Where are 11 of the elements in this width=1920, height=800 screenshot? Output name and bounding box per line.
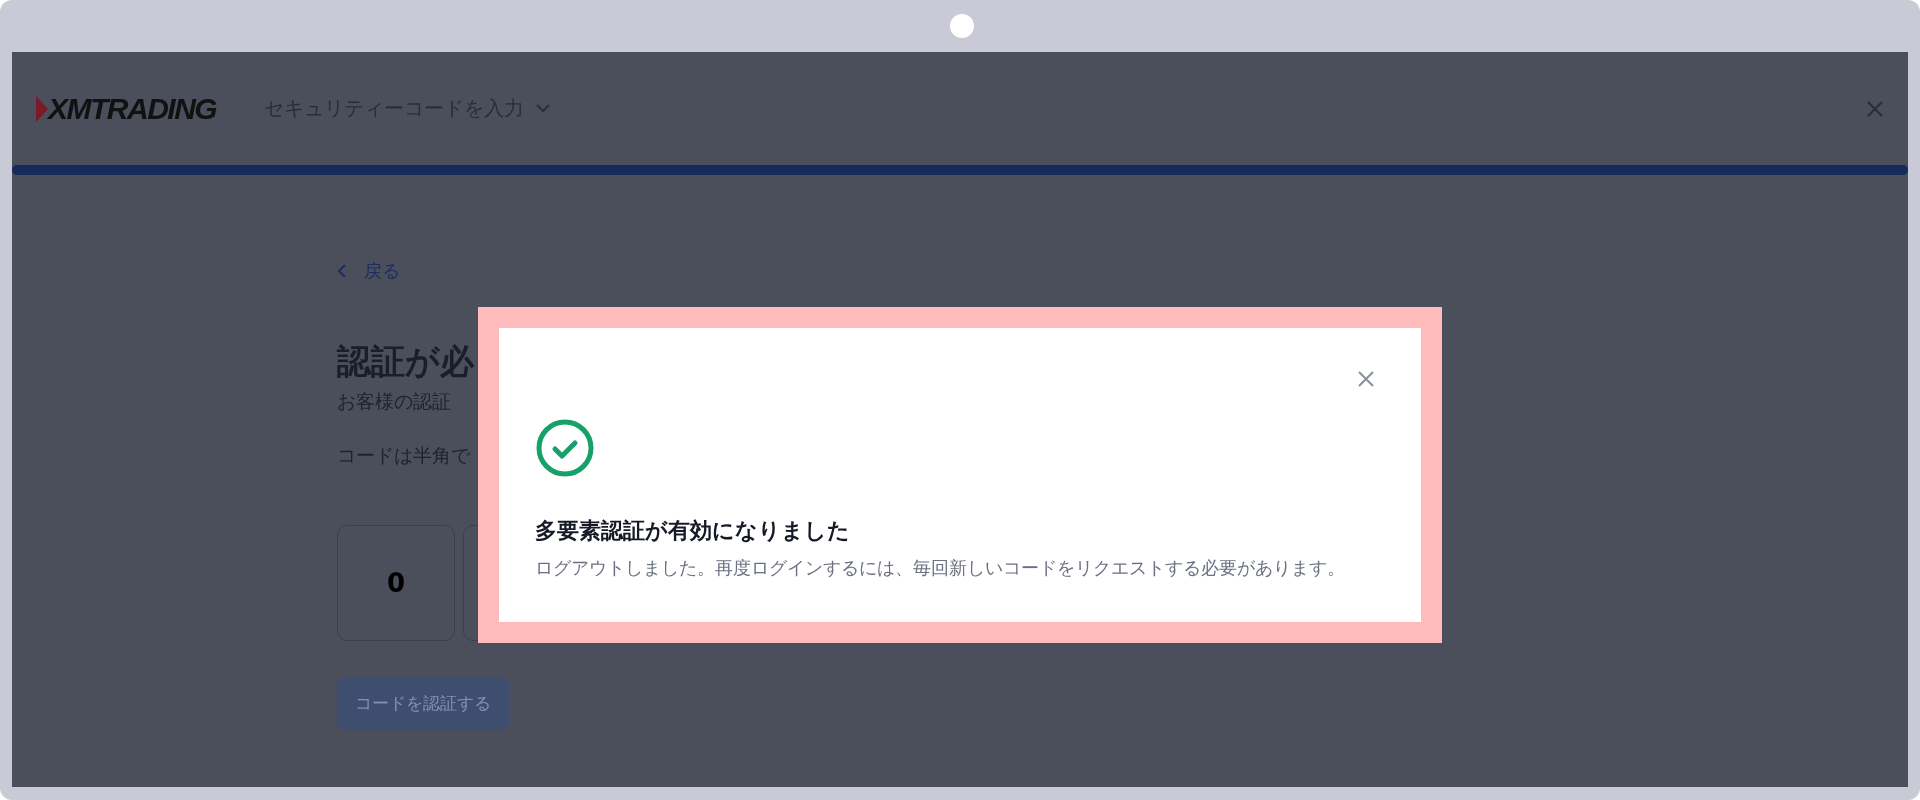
code-digit-field[interactable]: 0 (337, 525, 455, 641)
logo-text: XMTRADING (48, 91, 217, 126)
camera-dot (950, 14, 974, 38)
check-circle-icon (535, 418, 595, 478)
chevron-down-icon (536, 104, 551, 113)
logo-mark-icon (36, 95, 48, 122)
dialog-close-button[interactable] (1357, 370, 1375, 388)
dialog-message: ログアウトしました。再度ログインするには、毎回新しいコードをリクエストする必要があります。 (535, 556, 1345, 580)
close-button[interactable] (1866, 99, 1884, 118)
dialog-title: 多要素認証が有効になりました (535, 517, 850, 545)
chevron-left-icon (337, 264, 346, 278)
